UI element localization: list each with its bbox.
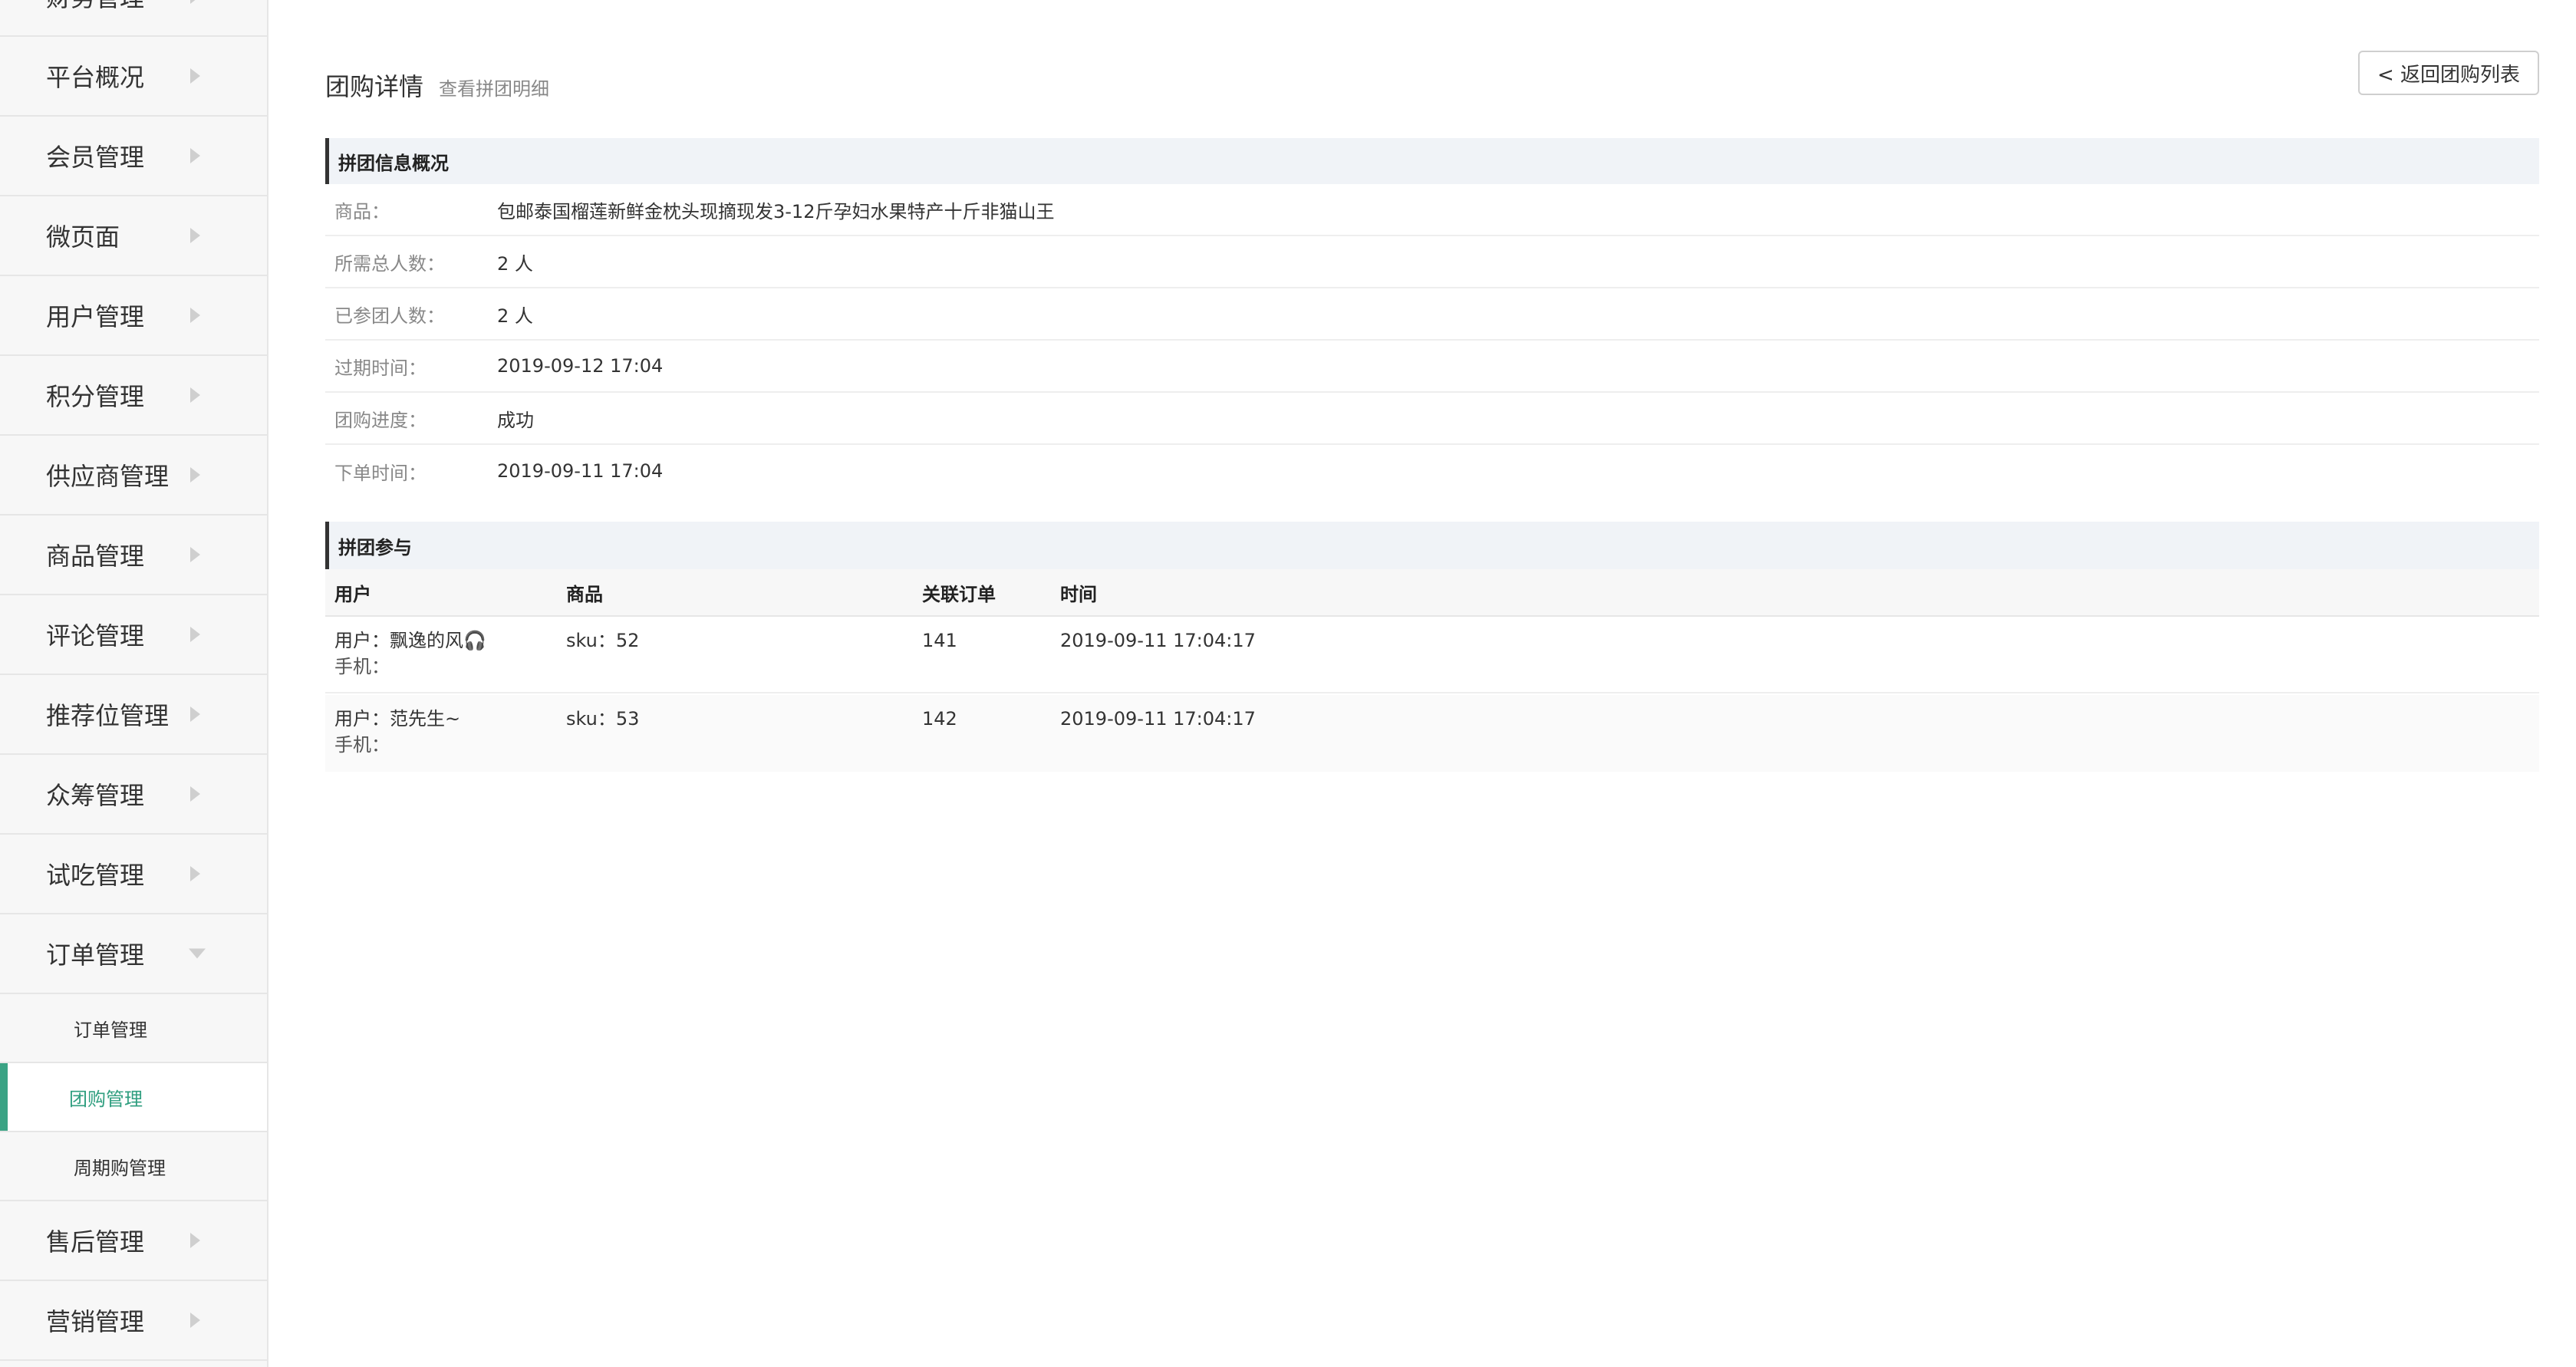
sidebar-item-crowdfunding[interactable]: 众筹管理 <box>0 755 267 835</box>
participant-phone: 手机： <box>334 734 390 756</box>
sidebar-item-marketing[interactable]: 营销管理 <box>0 1281 267 1361</box>
sidebar-item-points[interactable]: 积分管理 <box>0 356 267 436</box>
sidebar-item-label: 商品管理 <box>46 542 145 571</box>
sidebar-item-label: 评论管理 <box>46 621 145 651</box>
info-label: 过期时间： <box>334 357 427 379</box>
chevron-right-icon <box>190 0 200 4</box>
sidebar-item-label: 营销管理 <box>46 1307 145 1336</box>
sidebar-item-label: 会员管理 <box>46 143 145 172</box>
participant-time: 2019-09-11 17:04:17 <box>1060 630 1256 651</box>
chevron-right-icon <box>190 387 200 403</box>
chevron-right-icon <box>190 627 200 642</box>
sidebar-item-label: 平台概况 <box>46 63 145 92</box>
info-label: 下单时间： <box>334 462 427 484</box>
participant-user: 用户：飘逸的风🎧 <box>334 630 486 651</box>
info-row-order-time: 下单时间： 2019-09-11 17:04 <box>325 445 2539 497</box>
sidebar-item-label: 推荐位管理 <box>46 701 170 730</box>
info-row-joined-count: 已参团人数： 2 人 <box>325 288 2539 341</box>
info-value: 2019-09-12 17:04 <box>497 355 664 377</box>
info-row-progress: 团购进度： 成功 <box>325 393 2539 445</box>
column-header-user: 用户 <box>334 583 371 605</box>
table-row: 用户：范先生~ 手机： sku：53 142 2019-09-11 17:04:… <box>325 695 2539 772</box>
participant-order-id: 141 <box>922 630 957 651</box>
chevron-right-icon <box>190 547 200 562</box>
sidebar-item-reviews[interactable]: 评论管理 <box>0 595 267 675</box>
sidebar-item-label: 财务管理 <box>46 0 144 14</box>
column-header-time: 时间 <box>1060 583 1097 605</box>
participant-phone: 手机： <box>334 656 390 677</box>
sidebar-subitem-subscription[interactable]: 周期购管理 <box>0 1132 267 1201</box>
participant-user: 用户：范先生~ <box>334 708 461 730</box>
overview-section-title: 拼团信息概况 <box>325 138 2539 184</box>
sidebar-item-suppliers[interactable]: 供应商管理 <box>0 436 267 516</box>
table-row: 用户：飘逸的风🎧 手机： sku：52 141 2019-09-11 17:04… <box>325 617 2539 693</box>
participants-table-header: 用户 商品 关联订单 时间 <box>325 569 2539 617</box>
chevron-right-icon <box>190 467 200 483</box>
sidebar-subitem-label: 团购管理 <box>69 1088 143 1110</box>
chevron-right-icon <box>190 1313 200 1328</box>
chevron-right-icon <box>190 866 200 881</box>
sidebar-subitem-label: 订单管理 <box>74 1019 147 1041</box>
sidebar-item-label: 众筹管理 <box>46 781 145 810</box>
info-label: 已参团人数： <box>334 305 445 327</box>
sidebar-item-label: 试吃管理 <box>46 861 145 890</box>
info-row-expire-time: 过期时间： 2019-09-12 17:04 <box>325 341 2539 393</box>
sidebar-item-orders[interactable]: 订单管理 <box>0 914 267 994</box>
sidebar-item-label: 供应商管理 <box>46 462 170 491</box>
info-row-required-count: 所需总人数： 2 人 <box>325 236 2539 288</box>
info-value: 包邮泰国榴莲新鲜金枕头现摘现发3-12斤孕妇水果特产十斤非猫山王 <box>497 200 1055 222</box>
participant-user-cell: 用户：飘逸的风🎧 手机： <box>334 628 486 680</box>
sidebar-item-tasting[interactable]: 试吃管理 <box>0 835 267 914</box>
sidebar-item-recommend-slots[interactable]: 推荐位管理 <box>0 675 267 755</box>
sidebar: 财务管理 平台概况 会员管理 微页面 用户管理 积分管理 供应商管理 商品管理 … <box>0 0 268 1367</box>
info-row-product: 商品： 包邮泰国榴莲新鲜金枕头现摘现发3-12斤孕妇水果特产十斤非猫山王 <box>325 184 2539 236</box>
info-label: 商品： <box>334 200 390 222</box>
chevron-right-icon <box>190 786 200 802</box>
page-subtitle: 查看拼团明细 <box>439 78 550 100</box>
sidebar-subitem-orders[interactable]: 订单管理 <box>0 994 267 1063</box>
chevron-right-icon <box>190 308 200 323</box>
info-label: 所需总人数： <box>334 252 445 275</box>
info-value: 成功 <box>497 409 534 431</box>
info-value: 2 人 <box>497 252 533 275</box>
sidebar-item-platform-overview[interactable]: 平台概况 <box>0 37 267 117</box>
chevron-down-icon <box>189 948 206 959</box>
sidebar-item-label: 积分管理 <box>46 382 145 411</box>
chevron-right-icon <box>190 68 200 84</box>
participant-goods: sku：52 <box>566 630 640 651</box>
info-value: 2019-09-11 17:04 <box>497 460 664 482</box>
back-to-group-list-button[interactable]: < 返回团购列表 <box>2358 51 2539 95</box>
sidebar-item-label: 订单管理 <box>46 940 145 970</box>
chevron-right-icon <box>190 1233 200 1248</box>
column-header-order: 关联订单 <box>922 583 996 605</box>
participant-time: 2019-09-11 17:04:17 <box>1060 708 1256 730</box>
sidebar-item-after-sales[interactable]: 售后管理 <box>0 1201 267 1281</box>
column-header-goods: 商品 <box>566 583 603 605</box>
participant-order-id: 142 <box>922 708 957 730</box>
chevron-right-icon <box>190 707 200 722</box>
sidebar-item-micro-pages[interactable]: 微页面 <box>0 196 267 276</box>
sidebar-item-label: 用户管理 <box>46 302 145 331</box>
chevron-right-icon <box>190 228 200 243</box>
sidebar-subitem-group-buy[interactable]: 团购管理 <box>0 1063 267 1132</box>
sidebar-item-products[interactable]: 商品管理 <box>0 516 267 595</box>
info-label: 团购进度： <box>334 409 427 431</box>
participants-section-title: 拼团参与 <box>325 522 2539 569</box>
sidebar-item-members[interactable]: 会员管理 <box>0 117 267 196</box>
sidebar-item-label: 微页面 <box>46 222 120 252</box>
page-header: 团购详情 查看拼团明细 <box>325 68 549 103</box>
participant-user-cell: 用户：范先生~ 手机： <box>334 706 460 758</box>
sidebar-item-label: 售后管理 <box>46 1227 145 1257</box>
sidebar-subitem-label: 周期购管理 <box>74 1157 166 1179</box>
participant-goods: sku：53 <box>566 708 640 730</box>
page-title: 团购详情 <box>325 72 424 101</box>
sidebar-item-users[interactable]: 用户管理 <box>0 276 267 356</box>
info-value: 2 人 <box>497 305 533 327</box>
sidebar-item-finance[interactable]: 财务管理 <box>0 0 267 37</box>
chevron-right-icon <box>190 148 200 163</box>
